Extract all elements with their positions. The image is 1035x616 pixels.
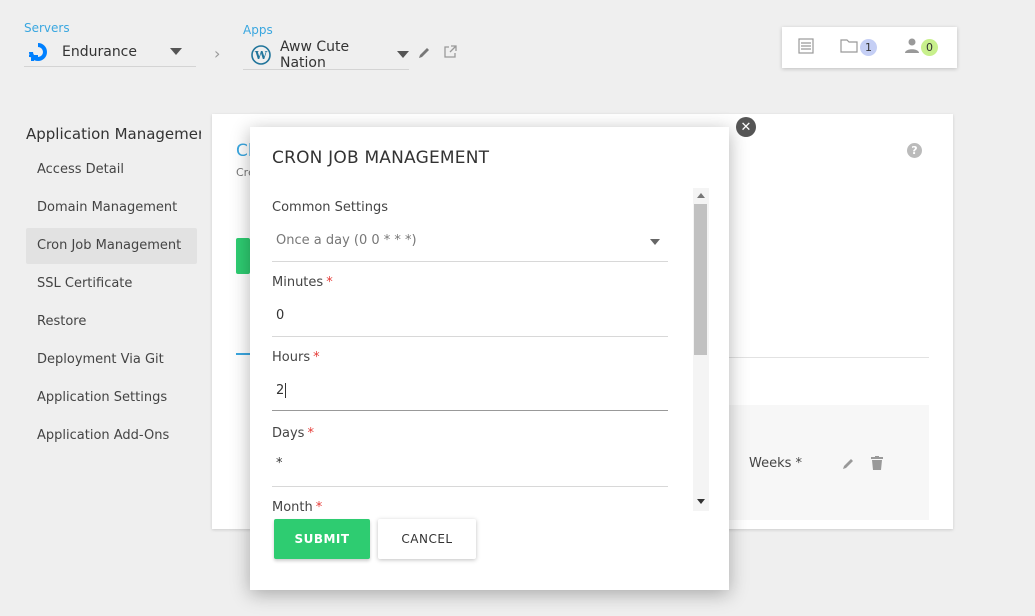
- sidebar-item-deployment-via-git[interactable]: Deployment Via Git: [26, 342, 197, 378]
- chevron-down-icon: [397, 51, 409, 58]
- external-link-icon[interactable]: [443, 45, 457, 63]
- days-input[interactable]: *: [272, 450, 668, 487]
- scroll-down-icon[interactable]: [697, 499, 705, 504]
- common-settings-select[interactable]: Once a day (0 0 * * *): [272, 224, 668, 262]
- chevron-down-icon: [170, 48, 182, 55]
- required-mark: *: [326, 275, 333, 290]
- close-icon[interactable]: ✕: [736, 117, 756, 137]
- server-name: Endurance: [62, 43, 137, 60]
- add-cron-button[interactable]: [236, 238, 250, 274]
- edit-icon[interactable]: [842, 457, 855, 474]
- edit-app-icon[interactable]: [418, 46, 431, 63]
- chevron-right-icon: ›: [214, 44, 221, 63]
- modal-scrollbar[interactable]: [693, 188, 709, 511]
- hours-label: Hours *: [272, 350, 320, 365]
- tab-indicator: [236, 353, 250, 355]
- days-label: Days *: [272, 426, 314, 441]
- sidebar-item-access-detail[interactable]: Access Detail: [26, 152, 197, 188]
- hours-value: 2: [276, 383, 287, 398]
- required-mark: *: [307, 426, 314, 441]
- minutes-label-text: Minutes: [272, 275, 324, 290]
- sidebar-menu: Access Detail Domain Management Cron Job…: [26, 152, 197, 454]
- hours-input[interactable]: 2: [272, 374, 668, 411]
- apps-label: Apps: [243, 23, 273, 37]
- server-selector[interactable]: Endurance: [24, 37, 196, 67]
- folder-count-badge: 1: [860, 39, 877, 56]
- month-label: Month *: [272, 500, 322, 511]
- modal-title: CRON JOB MANAGEMENT: [272, 148, 490, 168]
- digitalocean-logo-icon: [26, 40, 50, 64]
- cancel-button[interactable]: CANCEL: [378, 519, 476, 559]
- common-settings-value: Once a day (0 0 * * *): [276, 233, 417, 248]
- sidebar-item-application-add-ons[interactable]: Application Add-Ons: [26, 418, 197, 454]
- sidebar-item-cron-job-management[interactable]: Cron Job Management: [26, 228, 197, 264]
- minutes-value: 0: [276, 308, 285, 323]
- sidebar-item-ssl-certificate[interactable]: SSL Certificate: [26, 266, 197, 302]
- top-icon-bar: 1 0: [782, 27, 957, 68]
- servers-label: Servers: [24, 21, 70, 35]
- required-mark: *: [313, 350, 320, 365]
- user-count-badge: 0: [921, 39, 938, 56]
- sidebar-title: Application Management: [26, 125, 201, 143]
- scroll-thumb[interactable]: [694, 204, 707, 355]
- scroll-up-icon[interactable]: [697, 193, 705, 198]
- month-label-text: Month: [272, 500, 313, 511]
- weeks-cell: Weeks *: [749, 456, 803, 471]
- days-label-text: Days: [272, 426, 305, 441]
- wordpress-logo-icon: W: [251, 44, 271, 65]
- chevron-down-icon: [650, 239, 660, 245]
- list-icon[interactable]: [798, 37, 814, 58]
- trash-icon[interactable]: [871, 456, 883, 474]
- common-settings-label: Common Settings: [272, 200, 389, 215]
- sidebar-item-domain-management[interactable]: Domain Management: [26, 190, 197, 226]
- minutes-label: Minutes *: [272, 275, 333, 290]
- svg-text:W: W: [254, 49, 268, 62]
- modal-form: Common Settings Once a day (0 0 * * *) M…: [272, 188, 709, 511]
- hours-label-text: Hours: [272, 350, 311, 365]
- tab-divider: [728, 357, 929, 358]
- required-mark: *: [315, 500, 323, 511]
- app-selector[interactable]: W Aww Cute Nation: [243, 38, 409, 71]
- minutes-input[interactable]: 0: [272, 300, 668, 337]
- help-icon[interactable]: ?: [907, 143, 922, 158]
- submit-button[interactable]: SUBMIT: [274, 519, 370, 559]
- sidebar-item-restore[interactable]: Restore: [26, 304, 197, 340]
- app-name: Aww Cute Nation: [280, 38, 350, 71]
- sidebar-item-application-settings[interactable]: Application Settings: [26, 380, 197, 416]
- folder-icon[interactable]: [840, 38, 858, 57]
- user-icon[interactable]: [905, 38, 919, 57]
- days-value: *: [276, 456, 283, 471]
